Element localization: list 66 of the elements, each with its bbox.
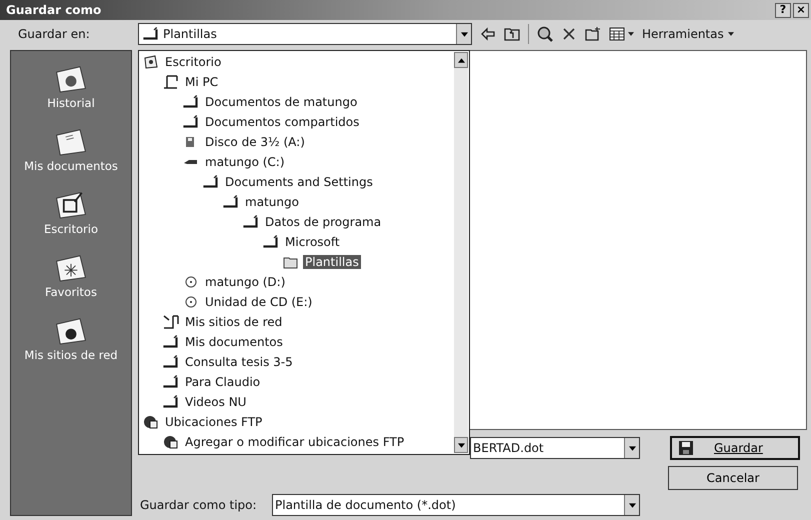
- folder-list-item[interactable]: Mis sitios de red: [183, 315, 284, 329]
- file-name-field[interactable]: BERTAD.dot: [470, 437, 640, 459]
- new-folder-icon[interactable]: [585, 26, 601, 42]
- folder-icon: [143, 27, 159, 41]
- scroll-down-icon[interactable]: [458, 442, 464, 448]
- cancel-button[interactable]: Cancelar: [668, 466, 798, 490]
- folder-list-item[interactable]: Ubicaciones FTP: [163, 415, 264, 429]
- folder-list-item[interactable]: Escritorio: [163, 55, 224, 69]
- ftp-icon: [143, 415, 159, 429]
- folder-list-item[interactable]: Unidad de CD (E:): [203, 295, 314, 309]
- window-title: Guardar como: [6, 3, 102, 17]
- folder-list-item[interactable]: Consulta tesis 3-5: [183, 355, 295, 369]
- place-item[interactable]: Historial: [47, 63, 95, 110]
- folder-list-item[interactable]: Mi PC: [183, 75, 220, 89]
- scroll-up-icon[interactable]: [458, 58, 464, 62]
- scrollbar[interactable]: [454, 52, 468, 453]
- folder-list-item[interactable]: matungo: [243, 195, 301, 209]
- folder-list-item[interactable]: Documentos de matungo: [203, 95, 360, 109]
- place-item[interactable]: Favoritos: [45, 252, 97, 299]
- folder-list-item[interactable]: Para Claudio: [183, 375, 262, 389]
- folder-list-item[interactable]: matungo (C:): [203, 155, 287, 169]
- folder-icon: [163, 375, 179, 389]
- dropdown-arrow-icon[interactable]: [628, 502, 636, 508]
- caret-icon: [728, 32, 734, 36]
- close-button[interactable]: ×: [793, 2, 809, 18]
- dropdown-arrow-icon[interactable]: [628, 446, 636, 450]
- place-item[interactable]: Mis documentos: [24, 126, 118, 173]
- cd-icon: [183, 275, 199, 289]
- delete-icon[interactable]: [561, 26, 577, 42]
- back-icon[interactable]: [480, 26, 496, 42]
- save-in-label: Guardar en:: [18, 27, 91, 41]
- openfolder-icon: [283, 255, 299, 269]
- folder-list-item[interactable]: Videos NU: [183, 395, 248, 409]
- search-web-icon[interactable]: [537, 26, 553, 42]
- file-type-field[interactable]: Plantilla de documento (*.dot): [272, 494, 640, 516]
- folder-icon: [243, 215, 259, 229]
- folder-list-item[interactable]: Documentos compartidos: [203, 115, 362, 129]
- file-type-label: Guardar como tipo:: [139, 498, 258, 512]
- up-folder-icon[interactable]: [504, 26, 520, 42]
- cd-icon: [183, 295, 199, 309]
- caret-icon[interactable]: [628, 32, 634, 36]
- folder-icon: [183, 95, 199, 109]
- folder-icon: [183, 115, 199, 129]
- folder-icon: [223, 195, 239, 209]
- folder-list-item[interactable]: Disco de 3½ (A:): [203, 135, 307, 149]
- folder-list-item[interactable]: Documents and Settings: [223, 175, 375, 189]
- folder-icon: [163, 335, 179, 349]
- folder-icon: [163, 395, 179, 409]
- folder-list-item[interactable]: Datos de programa: [263, 215, 384, 229]
- place-item[interactable]: Mis sitios de red: [24, 315, 118, 362]
- folder-list-item[interactable]: matungo (D:): [203, 275, 288, 289]
- help-button[interactable]: ?: [775, 2, 791, 18]
- place-item[interactable]: Escritorio: [44, 189, 98, 236]
- folder-list-item[interactable]: Agregar o modificar ubicaciones FTP: [183, 435, 406, 449]
- views-button[interactable]: [609, 26, 634, 42]
- ftp-icon: [163, 435, 179, 449]
- folder-icon: [203, 175, 219, 189]
- desktop-icon: [143, 55, 159, 69]
- folder-icon: [263, 235, 279, 249]
- tools-menu[interactable]: Herramientas: [642, 27, 734, 41]
- folder-list-item[interactable]: Mis documentos: [183, 335, 285, 349]
- save-button[interactable]: Guardar: [670, 436, 800, 460]
- folder-list-item[interactable]: Microsoft: [283, 235, 342, 249]
- save-in-dropdown[interactable]: Plantillas: [138, 23, 472, 45]
- folder-list-item[interactable]: Plantillas: [303, 255, 361, 269]
- folder-icon: [163, 355, 179, 369]
